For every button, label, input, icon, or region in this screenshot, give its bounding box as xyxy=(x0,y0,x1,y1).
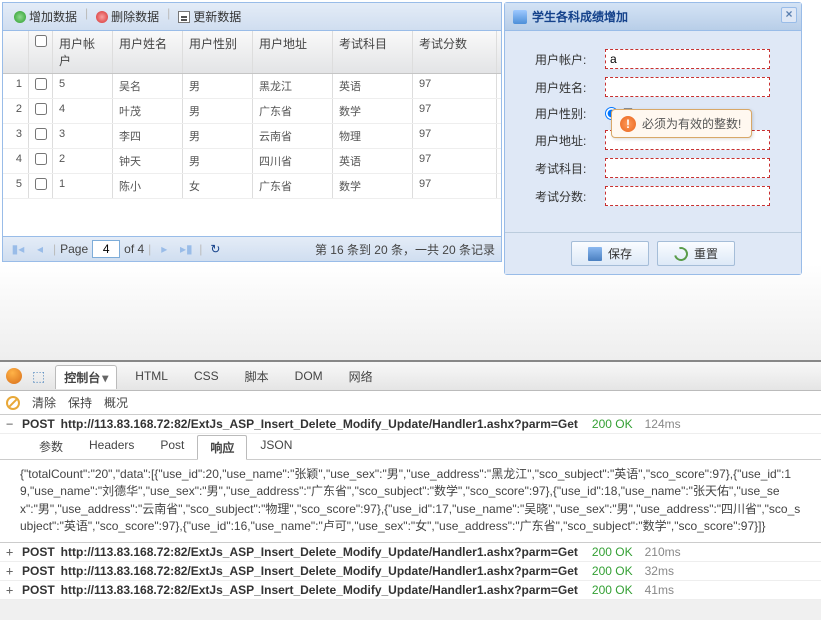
firebug-panel: ⬚ 控制台▾ HTML CSS 脚本 DOM 网络 清除 保持 概况 −POST… xyxy=(0,360,821,600)
delete-label: 删除数据 xyxy=(111,8,159,25)
acct-label: 用户帐户: xyxy=(535,51,605,68)
save-label: 保存 xyxy=(608,245,632,262)
reset-label: 重置 xyxy=(694,245,718,262)
grid-body: 15吴名男黑龙江英语9724叶茂男广东省数学9733李四男云南省物理9742钟天… xyxy=(3,74,501,236)
toggle-icon[interactable]: − xyxy=(6,417,16,431)
form-title: 学生各科成绩增加 xyxy=(532,8,628,25)
request-subtabs: 参数HeadersPost响应JSON xyxy=(0,434,821,460)
form-icon xyxy=(513,10,527,24)
grid-toolbar: 增加数据 | 删除数据 | 更新数据 xyxy=(3,3,501,31)
add-icon xyxy=(14,11,26,23)
reqtab-Headers[interactable]: Headers xyxy=(76,434,147,459)
col-score[interactable]: 考试分数 xyxy=(413,31,497,73)
clear-button[interactable]: 清除 xyxy=(32,394,56,411)
addr-label: 用户地址: xyxy=(535,132,605,149)
save-icon xyxy=(588,247,602,261)
col-addr[interactable]: 用户地址 xyxy=(253,31,333,73)
grid-header: 用户帐户 用户姓名 用户性别 用户地址 考试科目 考试分数 xyxy=(3,31,501,74)
col-acct[interactable]: 用户帐户 xyxy=(53,31,113,73)
form-title-bar[interactable]: 学生各科成绩增加 × xyxy=(505,3,801,31)
table-row[interactable]: 42钟天男四川省英语97 xyxy=(3,149,501,174)
clear-icon[interactable] xyxy=(6,396,20,410)
update-icon xyxy=(178,11,190,23)
row-checkbox[interactable] xyxy=(35,178,47,190)
add-button[interactable]: 增加数据 xyxy=(8,6,83,27)
pager-status: 第 16 条到 20 条，一共 20 条记录 xyxy=(315,241,495,258)
reset-button[interactable]: 重置 xyxy=(657,241,735,266)
firebug-icon[interactable] xyxy=(6,368,22,384)
score-label: 考试分数: xyxy=(535,188,605,205)
tab-script[interactable]: 脚本 xyxy=(237,365,277,388)
reset-icon xyxy=(671,244,690,263)
toggle-icon[interactable]: + xyxy=(6,545,16,559)
table-row[interactable]: 24叶茂男广东省数学97 xyxy=(3,99,501,124)
tab-dom[interactable]: DOM xyxy=(287,366,331,386)
delete-button[interactable]: 删除数据 xyxy=(90,6,165,27)
table-row[interactable]: 51陈小女广东省数学97 xyxy=(3,174,501,199)
error-message: 必须为有效的整数! xyxy=(642,115,741,132)
update-label: 更新数据 xyxy=(193,8,241,25)
request-row[interactable]: −POST http://113.83.168.72:82/ExtJs_ASP_… xyxy=(0,415,821,434)
error-tooltip: ! 必须为有效的整数! xyxy=(611,109,752,138)
name-input[interactable] xyxy=(605,77,770,97)
request-row[interactable]: +POST http://113.83.168.72:82/ExtJs_ASP_… xyxy=(0,581,821,600)
last-page-button[interactable]: ▸▮ xyxy=(177,240,195,258)
error-icon: ! xyxy=(620,116,636,132)
table-row[interactable]: 33李四男云南省物理97 xyxy=(3,124,501,149)
prev-page-button[interactable]: ◂ xyxy=(31,240,49,258)
profile-button[interactable]: 概况 xyxy=(104,394,128,411)
col-subj[interactable]: 考试科目 xyxy=(333,31,413,73)
tab-html[interactable]: HTML xyxy=(127,366,176,386)
subj-input[interactable] xyxy=(605,158,770,178)
select-all-checkbox[interactable] xyxy=(35,35,47,47)
reqtab-参数[interactable]: 参数 xyxy=(26,434,76,459)
delete-icon xyxy=(96,11,108,23)
first-page-button[interactable]: ▮◂ xyxy=(9,240,27,258)
row-checkbox[interactable] xyxy=(35,103,47,115)
reqtab-Post[interactable]: Post xyxy=(147,434,197,459)
save-button[interactable]: 保存 xyxy=(571,241,649,266)
col-sex[interactable]: 用户性别 xyxy=(183,31,253,73)
reqtab-响应[interactable]: 响应 xyxy=(197,435,247,460)
close-button[interactable]: × xyxy=(781,7,797,23)
page-of: of 4 xyxy=(124,242,144,256)
acct-input[interactable] xyxy=(605,49,770,69)
request-row[interactable]: +POST http://113.83.168.72:82/ExtJs_ASP_… xyxy=(0,543,821,562)
toggle-icon[interactable]: + xyxy=(6,564,16,578)
request-list: −POST http://113.83.168.72:82/ExtJs_ASP_… xyxy=(0,415,821,600)
response-body[interactable]: {"totalCount":"20","data":[{"use_id":20,… xyxy=(0,460,821,543)
request-row[interactable]: +POST http://113.83.168.72:82/ExtJs_ASP_… xyxy=(0,562,821,581)
toggle-icon[interactable]: + xyxy=(6,583,16,597)
grid-panel: 增加数据 | 删除数据 | 更新数据 用户帐户 用户姓名 用户性别 用户地址 考… xyxy=(2,2,502,262)
form-window: 学生各科成绩增加 × 用户帐户: 用户姓名: 用户性别:男 用户地址: 考试科目… xyxy=(504,2,802,275)
score-input[interactable] xyxy=(605,186,770,206)
firebug-subtoolbar: 清除 保持 概况 xyxy=(0,391,821,415)
page-label: Page xyxy=(60,242,88,256)
table-row[interactable]: 15吴名男黑龙江英语97 xyxy=(3,74,501,99)
tab-console[interactable]: 控制台▾ xyxy=(55,365,117,389)
persist-button[interactable]: 保持 xyxy=(68,394,92,411)
row-checkbox[interactable] xyxy=(35,78,47,90)
tab-net[interactable]: 网络 xyxy=(341,365,381,388)
row-checkbox[interactable] xyxy=(35,128,47,140)
col-name[interactable]: 用户姓名 xyxy=(113,31,183,73)
pager: ▮◂ ◂ | Page of 4 | ▸ ▸▮ | ↻ 第 16 条到 20 条… xyxy=(3,236,501,261)
update-button[interactable]: 更新数据 xyxy=(172,6,247,27)
next-page-button[interactable]: ▸ xyxy=(155,240,173,258)
subj-label: 考试科目: xyxy=(535,160,605,177)
firebug-tabs: ⬚ 控制台▾ HTML CSS 脚本 DOM 网络 xyxy=(0,362,821,391)
inspect-icon[interactable]: ⬚ xyxy=(32,368,45,385)
refresh-button[interactable]: ↻ xyxy=(206,240,224,258)
sex-label: 用户性别: xyxy=(535,105,605,122)
add-label: 增加数据 xyxy=(29,8,77,25)
name-label: 用户姓名: xyxy=(535,79,605,96)
page-input[interactable] xyxy=(92,240,120,258)
reqtab-JSON[interactable]: JSON xyxy=(247,434,305,459)
row-checkbox[interactable] xyxy=(35,153,47,165)
tab-css[interactable]: CSS xyxy=(186,366,227,386)
